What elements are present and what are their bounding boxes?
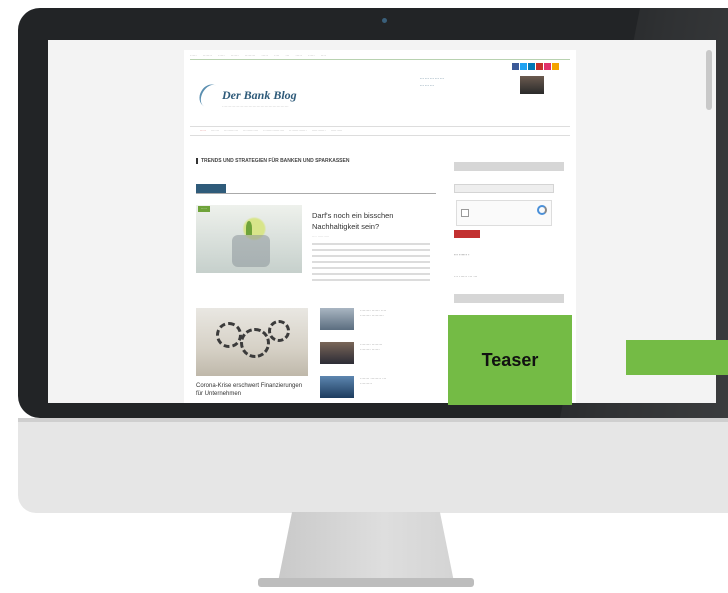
page-scrollbar[interactable]	[706, 50, 712, 110]
gear-shape	[216, 322, 242, 348]
category-nav-item[interactable]: ·············	[243, 129, 258, 133]
social-icon[interactable]	[536, 63, 543, 70]
top-nav-item[interactable]: ······	[231, 53, 239, 58]
category-nav-item[interactable]: ···············	[289, 129, 306, 133]
monitor-chin	[18, 418, 728, 513]
site-logo[interactable]: Der Bank Blog ··························…	[195, 80, 330, 112]
sidebar-search-box[interactable]	[454, 294, 564, 303]
post-link[interactable]: ········ ········ ········ ······	[360, 342, 428, 352]
header-ad-photo[interactable]	[520, 76, 544, 94]
glass-jar-shape	[232, 235, 270, 267]
section-heading: TRENDS UND STRATEGIEN FÜR BANKEN UND SPA…	[196, 158, 436, 164]
post-thumbnail[interactable]	[320, 376, 354, 398]
social-icon[interactable]	[512, 63, 519, 70]
category-nav-item[interactable]: ············	[312, 129, 326, 133]
newsletter-email-input[interactable]	[454, 184, 554, 193]
social-icon[interactable]	[544, 63, 551, 70]
top-nav-item[interactable]: ·····	[261, 53, 268, 58]
top-nav-item[interactable]: ···	[285, 53, 289, 58]
header-ad-text[interactable]: ··· ··· ··· ··· ··· ··· ··· ···	[420, 76, 520, 90]
category-nav-item[interactable]: ·······	[211, 129, 219, 133]
monitor-stand	[278, 512, 454, 582]
sidebar-heading: ··· ······ ·	[454, 252, 470, 257]
section-tag[interactable]	[196, 184, 226, 193]
monitor-stand-base	[258, 578, 474, 587]
section-divider	[196, 193, 436, 194]
category-navigation: ····· ······· ············ ·············…	[190, 126, 570, 136]
featured-post-meta: ···· ··········	[312, 235, 330, 239]
second-post-title[interactable]: Corona-Krise erschwert Finanzierungen fü…	[196, 382, 310, 398]
category-nav-item[interactable]: ··················	[263, 129, 284, 133]
top-nav-item[interactable]: ·······	[203, 53, 212, 58]
teaser-callout-bar	[626, 340, 728, 375]
featured-post-image[interactable]	[196, 205, 302, 273]
second-post-image[interactable]	[196, 308, 308, 376]
top-nav-item[interactable]: ·····	[295, 53, 302, 58]
top-nav-item[interactable]: ·····	[308, 53, 315, 58]
desktop-monitor-mockup: ····· ······· ····· ······ ········ ····…	[0, 0, 728, 593]
sprout-shape	[246, 221, 252, 235]
top-nav-item[interactable]: ·····	[218, 53, 225, 58]
sidebar-subheading: ··· ······ ··· ···	[454, 274, 478, 279]
social-icon[interactable]	[528, 63, 535, 70]
featured-category-badge[interactable]: ·····	[198, 206, 210, 212]
gear-shape	[268, 320, 290, 342]
recaptcha-checkbox[interactable]	[461, 209, 469, 217]
category-nav-item[interactable]: ·····	[200, 129, 206, 133]
top-nav-item[interactable]: ····	[321, 53, 326, 58]
recaptcha-icon	[537, 205, 547, 215]
newsletter-submit-button[interactable]	[454, 230, 480, 238]
post-thumbnail[interactable]	[320, 342, 354, 364]
featured-post-excerpt	[312, 243, 430, 283]
top-navigation: ····· ······· ····· ······ ········ ····…	[190, 52, 570, 60]
post-link[interactable]: ········ ······ ···· ········ ·········	[360, 308, 428, 318]
top-nav-item[interactable]: ····	[274, 53, 279, 58]
site-tagline: ········································…	[222, 104, 289, 109]
gear-shape	[240, 328, 270, 358]
social-icon[interactable]	[552, 63, 559, 70]
social-icon[interactable]	[520, 63, 527, 70]
logo-swoosh-icon	[195, 80, 225, 112]
featured-post-title[interactable]: Darf's noch ein bisschen Nachhaltigkeit …	[312, 210, 432, 232]
monitor-chin-edge	[18, 418, 728, 422]
post-link[interactable]: ······· ········ ··· ·········	[360, 376, 428, 386]
newsletter-header-box	[454, 162, 564, 171]
top-nav-item[interactable]: ········	[245, 53, 256, 58]
social-icons	[512, 63, 559, 70]
category-nav-item[interactable]: ··········	[331, 129, 343, 133]
teaser-label: Teaser	[481, 349, 539, 370]
site-logo-title: Der Bank Blog	[222, 88, 297, 102]
category-nav-item[interactable]: ············	[224, 129, 238, 133]
webcam-dot	[382, 18, 387, 23]
teaser-callout-box: Teaser	[448, 315, 572, 405]
top-nav-item[interactable]: ·····	[190, 53, 197, 58]
post-thumbnail[interactable]	[320, 308, 354, 330]
recaptcha-widget[interactable]	[456, 200, 552, 226]
monitor-screen: ····· ······· ····· ······ ········ ····…	[48, 40, 716, 403]
